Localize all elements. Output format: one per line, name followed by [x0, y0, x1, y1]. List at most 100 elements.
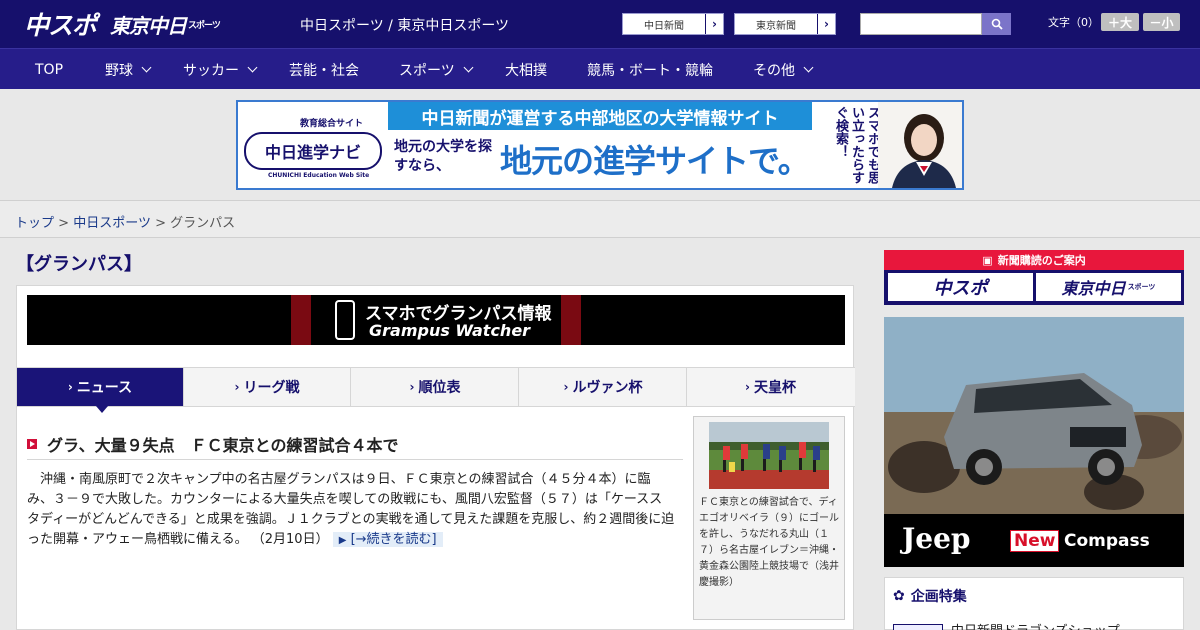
subscription-box: ▣ 新聞購読のご案内 中スポ 東京中日 スポーツ	[884, 250, 1184, 305]
search-icon	[991, 18, 1003, 30]
chevron-right-icon: ›	[817, 14, 835, 34]
article-photo-box: ＦＣ東京との練習試合で、ディエゴオリベイラ（９）にゴールを許し、うなだれる丸山（…	[693, 416, 845, 620]
tokyo-shimbun-link[interactable]: 東京新聞 ›	[734, 13, 836, 35]
site-title: 中日スポーツ / 東京中日スポーツ	[300, 18, 510, 34]
banner-subtext: 地元の大学を探すなら、	[394, 139, 492, 174]
jeep-logo: Jeep	[902, 522, 971, 555]
nav-label: スポーツ	[399, 62, 455, 79]
ext-link-label: 東京新聞	[756, 20, 796, 32]
nav-item-baseball[interactable]: 野球	[105, 49, 152, 90]
feature-header: ✿ 企画特集	[893, 586, 967, 606]
breadcrumb: トップ > 中日スポーツ > グランパス	[15, 212, 235, 231]
tab-label: ルヴァン杯	[572, 380, 643, 396]
headline-text: グラ、大量９失点 ＦＣ東京との練習試合４本で	[47, 435, 399, 455]
article-date: （2月10日）	[251, 532, 329, 547]
chuspo-logo[interactable]: 中スポ	[24, 7, 97, 41]
jeep-compass-ad[interactable]: Jeep New Compass	[884, 317, 1184, 567]
subscription-title: 新聞購読のご案内	[997, 254, 1086, 267]
article-photo[interactable]	[709, 422, 829, 489]
nav-label: その他	[753, 62, 795, 79]
nav-label: TOP	[35, 61, 64, 78]
subscribe-chuspo-button[interactable]: 中スポ	[888, 273, 1033, 301]
chevron-down-icon	[247, 62, 258, 73]
chevron-down-icon	[141, 62, 152, 73]
chunichi-shimbun-link[interactable]: 中日新聞 ›	[622, 13, 724, 35]
tab-label: ニュース	[76, 380, 133, 396]
feature-box: ✿ 企画特集 中日新聞ドラゴンズショップ	[884, 577, 1184, 630]
banner-logo-english: CHUNICHI Education Web Site	[268, 172, 370, 179]
main-content: スマホでグランパス情報 Grampus Watcher › ニュース › リーグ戦 …	[16, 285, 855, 630]
font-increase-button[interactable]: ＋大	[1101, 13, 1139, 31]
newspaper-icon: ▣	[982, 253, 993, 267]
feature-title: 企画特集	[910, 589, 967, 605]
page-title: 【グランパス】	[16, 254, 142, 275]
nav-item-racing[interactable]: 競馬・ボート・競輪	[587, 49, 713, 90]
category-tabs: › ニュース › リーグ戦 › 順位表 › ルヴァン杯 › 天皇杯	[17, 367, 855, 413]
banner-model-photo	[878, 102, 962, 188]
chevron-right-icon: ›	[409, 380, 415, 394]
main-nav: TOP 野球 サッカー 芸能・社会 スポーツ 大相撲 競馬・ボート・競輪 その他	[0, 48, 1200, 89]
chevron-right-icon: ›	[67, 380, 73, 394]
feature-item-dragons-shop[interactable]: 中日新聞ドラゴンズショップ	[893, 620, 1120, 630]
breadcrumb-top[interactable]: トップ	[15, 216, 54, 231]
read-more-label: [→続きを読む]	[350, 532, 437, 547]
nav-label: 大相撲	[505, 62, 547, 79]
breadcrumb-separator: >	[58, 216, 70, 231]
nav-item-other[interactable]: その他	[753, 49, 814, 90]
breadcrumb-chunichi-sports[interactable]: 中日スポーツ	[73, 216, 151, 231]
headline-marker-icon	[27, 438, 37, 449]
nav-item-top[interactable]: TOP	[35, 49, 63, 90]
chevron-right-icon: ›	[563, 380, 569, 394]
breadcrumb-bar: トップ > 中日スポーツ > グランパス	[0, 200, 1200, 238]
play-icon: ▶	[338, 535, 347, 546]
banner-vertical-text: スマホでも思い立ったらすぐ検索！	[833, 106, 880, 184]
feature-item-label: 中日新聞ドラゴンズショップ	[951, 620, 1120, 630]
subscribe-tokyo-chunichi-button[interactable]: 東京中日 スポーツ	[1036, 273, 1181, 301]
jeep-new-badge: New	[1010, 530, 1060, 552]
font-size-label: 文字（0）	[1048, 16, 1099, 29]
nav-item-sports[interactable]: スポーツ	[399, 49, 474, 90]
chevron-down-icon	[463, 62, 474, 73]
chevron-right-icon: ›	[705, 14, 723, 34]
banner-logo-subtitle: 教育総合サイト	[300, 119, 364, 129]
nav-item-entertainment[interactable]: 芸能・社会	[289, 49, 359, 90]
nav-label: サッカー	[183, 62, 239, 79]
article-headline[interactable]: グラ、大量９失点 ＦＣ東京との練習試合４本で	[27, 428, 683, 460]
photo-caption: ＦＣ東京との練習試合で、ディエゴオリベイラ（９）にゴールを許し、うなだれる丸山（…	[699, 497, 839, 588]
grampus-watcher-banner[interactable]: スマホでグランパス情報 Grampus Watcher	[27, 295, 845, 345]
chevron-right-icon: ›	[234, 380, 240, 394]
search-button[interactable]	[982, 13, 1011, 35]
top-header: 中スポ 東京中日 スポーツ 中日スポーツ / 東京中日スポーツ 中日新聞 › 東京…	[0, 0, 1200, 48]
shingaku-navi-banner[interactable]: 教育総合サイト 中日進学ナビ CHUNICHI Education Web Si…	[236, 100, 964, 190]
breadcrumb-separator: >	[155, 216, 166, 231]
tokyo-logo-small: スポーツ	[188, 20, 221, 31]
tokyo-chunichi-logo[interactable]: 東京中日 スポーツ	[110, 7, 221, 41]
tab-league[interactable]: › リーグ戦	[184, 368, 351, 406]
tab-news[interactable]: › ニュース	[17, 368, 184, 413]
smartphone-icon	[335, 300, 355, 340]
tab-levain-cup[interactable]: › ルヴァン杯	[520, 368, 687, 406]
tokyo-logo-text: 東京中日	[110, 13, 187, 38]
ribbon-icon: ✿	[893, 588, 905, 604]
font-decrease-button[interactable]: －小	[1143, 13, 1180, 31]
chevron-down-icon	[803, 62, 814, 73]
search-input[interactable]	[860, 13, 982, 35]
tab-label: 順位表	[418, 380, 461, 396]
sub-tokyo-text: 東京中日	[1061, 279, 1126, 298]
nav-item-sumo[interactable]: 大相撲	[505, 49, 547, 90]
nav-item-soccer[interactable]: サッカー	[183, 49, 258, 90]
jeep-ad-image	[884, 317, 1184, 514]
breadcrumb-current: グランパス	[170, 216, 236, 231]
sub-tokyo-small: スポーツ	[1127, 283, 1156, 291]
tab-standings[interactable]: › 順位表	[352, 368, 519, 406]
grampus-banner-line2: Grampus Watcher	[369, 321, 531, 340]
nav-label: 芸能・社会	[289, 62, 359, 79]
nav-label: 競馬・ボート・競輪	[587, 62, 713, 79]
tab-label: リーグ戦	[243, 380, 300, 396]
read-more-link[interactable]: ▶ [→続きを読む]	[332, 532, 443, 547]
subscription-header[interactable]: ▣ 新聞購読のご案内	[884, 250, 1184, 270]
article-body: 沖縄・南風原町で２次キャンプ中の名古屋グランパスは９日、ＦＣ東京との練習試合（４…	[27, 470, 675, 551]
tab-emperors-cup[interactable]: › 天皇杯	[687, 368, 854, 406]
banner-logo-area: 教育総合サイト 中日進学ナビ CHUNICHI Education Web Si…	[238, 102, 388, 188]
ext-link-label: 中日新聞	[644, 20, 684, 32]
